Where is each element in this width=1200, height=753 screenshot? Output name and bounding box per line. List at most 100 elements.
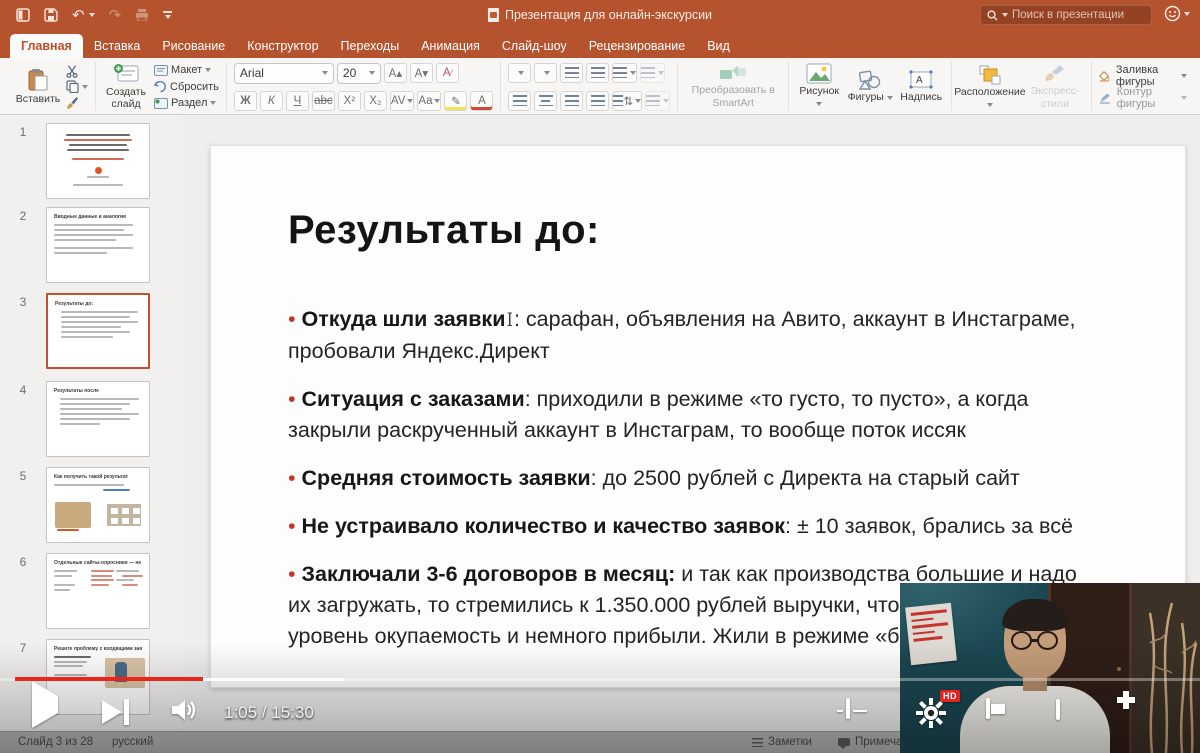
layout-button[interactable]: Макет <box>154 63 219 78</box>
person-hair <box>1002 599 1068 631</box>
play-button[interactable] <box>32 681 58 728</box>
character-spacing-button[interactable]: AV <box>389 90 415 111</box>
textbox-button[interactable]: A Надпись <box>898 69 944 104</box>
sidebar-toggle-icon[interactable] <box>16 8 30 22</box>
superscript-button[interactable]: X² <box>337 90 361 111</box>
format-painter-button[interactable] <box>66 95 88 110</box>
align-center-button[interactable] <box>534 90 558 111</box>
copy-button[interactable] <box>66 79 88 94</box>
align-left-button[interactable] <box>508 90 532 111</box>
bullet-dot-icon: • <box>288 514 296 538</box>
decrease-indent-button[interactable] <box>560 62 584 83</box>
volume-button[interactable] <box>170 698 198 727</box>
bullet-item: • Средняя стоимость заявки: до 2500 рубле… <box>288 466 1020 490</box>
section-button[interactable]: Раздел <box>154 96 219 111</box>
subtitles-button[interactable] <box>846 698 850 719</box>
line-spacing-button[interactable] <box>612 62 638 83</box>
strikethrough-button[interactable]: abc <box>311 90 335 111</box>
clear-formatting-button[interactable]: A ⁄ <box>435 63 459 83</box>
slide-thumbnail-1[interactable]: 1 <box>0 123 182 199</box>
video-progress-bar[interactable] <box>0 677 1200 681</box>
tab-animations[interactable]: Анимация <box>410 34 491 58</box>
next-button[interactable] <box>102 699 129 725</box>
bullet-item: • Не устраивало количество и качество зая… <box>288 514 1073 538</box>
text-cursor: I <box>507 309 514 331</box>
smartart-button[interactable]: Преобразовать в SmartArt <box>685 64 781 109</box>
tab-insert[interactable]: Вставка <box>83 34 151 58</box>
italic-button[interactable]: К <box>259 90 283 111</box>
increase-font-button[interactable]: A▴ <box>383 63 407 83</box>
new-slide-button[interactable]: Создать слайд <box>103 63 149 110</box>
time-display: 1:05 / 15:30 <box>224 703 314 722</box>
slide-thumbnail-2[interactable]: 2 Вводные данные и аналогия <box>0 207 182 283</box>
slide-thumbnail-3-selected[interactable]: 3 Результаты до: <box>0 293 182 369</box>
cut-button[interactable] <box>66 64 88 79</box>
tab-design[interactable]: Конструктор <box>236 34 329 58</box>
miniplayer-icon <box>986 698 990 719</box>
numbered-list-button[interactable] <box>81 62 558 227</box>
settings-button[interactable]: HD <box>916 690 960 733</box>
tab-home[interactable]: Главная <box>10 34 83 58</box>
search-input[interactable]: Поиск в презентации <box>980 5 1152 25</box>
feedback-chevron-icon <box>1184 11 1190 16</box>
slide-title[interactable]: Результаты до: <box>288 208 600 253</box>
shape-outline-button[interactable]: Контур фигуры <box>1099 86 1187 110</box>
quick-access-toolbar: ↶ ↷ <box>16 8 173 23</box>
highlight-color-button[interactable]: ✎ <box>444 90 468 111</box>
change-case-button[interactable]: Aa <box>417 90 442 111</box>
bullet-item: • Откуда шли заявкиI: сарафан, объявления… <box>288 307 1076 363</box>
redo-button[interactable]: ↷ <box>109 8 122 23</box>
paste-button[interactable]: Вставить <box>15 68 61 106</box>
save-icon[interactable] <box>44 8 58 22</box>
subscript-button[interactable]: X₂ <box>363 90 387 111</box>
underline-button[interactable]: Ч <box>285 90 309 111</box>
tab-slideshow[interactable]: Слайд-шоу <box>491 34 578 58</box>
slide-number: 2 <box>19 209 27 223</box>
bold-button[interactable]: Ж <box>233 90 257 111</box>
arrange-button[interactable]: Расположение <box>954 63 1026 110</box>
shapes-button[interactable]: Фигуры <box>847 69 893 104</box>
text-direction-button[interactable]: ⇅ <box>612 90 643 111</box>
align-text-button[interactable] <box>645 90 671 111</box>
reset-button[interactable]: Сбросить <box>154 79 219 94</box>
toolbar-options-icon[interactable] <box>163 11 173 19</box>
print-icon[interactable] <box>135 9 149 21</box>
align-right-button[interactable] <box>560 90 584 111</box>
shape-fill-button[interactable]: Заливка фигуры <box>1099 64 1187 88</box>
font-size-select[interactable]: 20 <box>336 62 381 84</box>
arrange-group: Расположение Экспресс-стили <box>952 62 1093 111</box>
bullet-dot-icon: • <box>288 562 296 586</box>
theater-button[interactable] <box>1056 699 1060 720</box>
slide-thumbnail-6[interactable]: 6 Отдельные сайты-опросники — не работаю… <box>0 553 182 629</box>
undo-button[interactable]: ↶ <box>72 8 95 23</box>
tab-view[interactable]: Вид <box>696 34 741 58</box>
quick-styles-button[interactable]: Экспресс-стили <box>1026 63 1085 110</box>
paint-bucket-icon <box>1099 70 1110 82</box>
quick-styles-icon <box>1045 65 1065 82</box>
slide-thumbnail-5[interactable]: 5 Как получить такой результат <box>0 467 182 543</box>
tab-draw[interactable]: Рисование <box>151 34 236 58</box>
picture-icon <box>806 63 832 84</box>
tab-transitions[interactable]: Переходы <box>330 34 411 58</box>
bullet-dot-icon: • <box>288 307 296 331</box>
tab-review[interactable]: Рецензирование <box>578 34 697 58</box>
slide-thumbnail-4[interactable]: 4 Результаты после <box>0 381 182 457</box>
picture-button[interactable]: Рисунок <box>796 63 842 109</box>
window-title: Презентация для онлайн-экскурсии <box>504 8 713 22</box>
increase-indent-button[interactable] <box>586 62 610 83</box>
play-icon <box>32 681 58 728</box>
miniplayer-button[interactable] <box>986 698 990 719</box>
insert-objects-group: Рисунок Фигуры A Надпись <box>789 62 953 111</box>
bullet-list-button[interactable] <box>81 62 532 227</box>
feedback-button[interactable] <box>1164 5 1190 22</box>
shape-format-group: Заливка фигуры Контур фигуры <box>1092 62 1194 111</box>
justify-button[interactable] <box>586 90 610 111</box>
decrease-font-button[interactable]: A▾ <box>409 63 433 83</box>
window-title-wrap: Презентация для онлайн-экскурсии <box>487 8 713 22</box>
slide-panel[interactable]: 1 2 Вводные данные и аналогия 3 Результа… <box>0 115 182 753</box>
columns-button[interactable] <box>640 62 666 83</box>
font-name-select[interactable]: Arial <box>233 62 334 84</box>
slide-number: 1 <box>19 125 27 139</box>
smiley-icon <box>1164 5 1181 22</box>
font-color-button[interactable]: A <box>470 90 494 111</box>
